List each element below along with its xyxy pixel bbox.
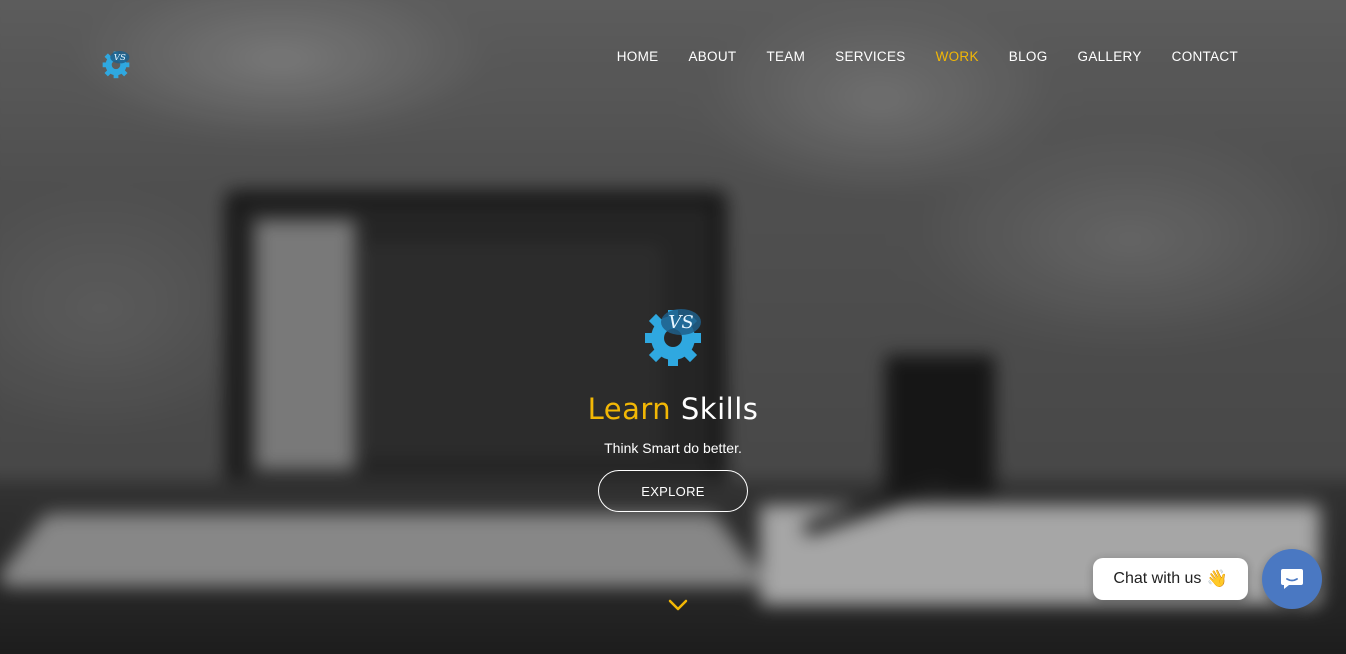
hero-tagline: Think Smart do better. [604, 440, 742, 456]
nav-item-services[interactable]: SERVICES [835, 49, 905, 64]
svg-text:VS: VS [114, 53, 126, 63]
svg-text:VS: VS [668, 312, 693, 333]
chat-open-button[interactable] [1262, 549, 1322, 609]
gear-logo-icon: VS [102, 51, 130, 79]
headline-accent: Learn [587, 392, 672, 426]
scroll-down-button[interactable] [668, 598, 688, 612]
explore-button[interactable]: EXPLORE [598, 470, 748, 512]
nav-item-work[interactable]: WORK [936, 49, 979, 64]
nav-item-team[interactable]: TEAM [766, 49, 805, 64]
hero-headline: Learn Skills [588, 392, 759, 426]
chat-greeting-text: Chat with us [1113, 570, 1202, 587]
hero-section: VS HOME ABOUT TEAM SERVICES WORK BLOG GA… [0, 0, 1346, 654]
chevron-down-icon [668, 599, 688, 611]
headline-rest: Skills [680, 392, 759, 426]
nav-item-about[interactable]: ABOUT [688, 49, 736, 64]
main-nav: HOME ABOUT TEAM SERVICES WORK BLOG GALLE… [617, 49, 1238, 64]
chat-greeting-bubble[interactable]: Chat with us 👋 [1093, 558, 1248, 600]
nav-item-home[interactable]: HOME [617, 49, 659, 64]
waving-hand-icon: 👋 [1206, 569, 1228, 588]
chat-icon [1281, 569, 1303, 589]
nav-item-blog[interactable]: BLOG [1009, 49, 1048, 64]
hero-logo: VS [631, 290, 715, 374]
hero-content: VS Learn Skills Think Smart do better. E… [0, 290, 1346, 512]
gear-logo-icon: VS [645, 309, 701, 366]
nav-item-contact[interactable]: CONTACT [1172, 49, 1238, 64]
site-logo[interactable]: VS [96, 42, 136, 82]
nav-item-gallery[interactable]: GALLERY [1078, 49, 1142, 64]
